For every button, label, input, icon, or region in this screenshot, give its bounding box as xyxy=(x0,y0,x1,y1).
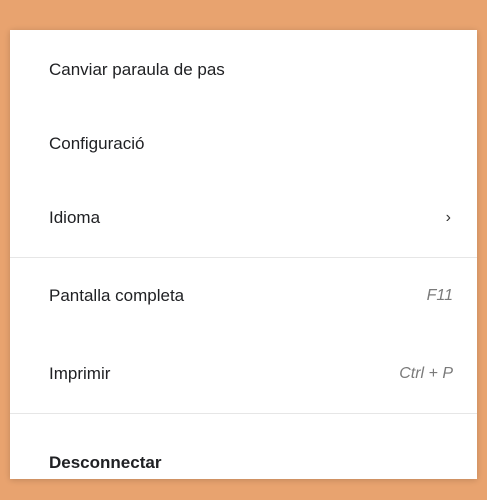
menu-item-fullscreen[interactable]: Pantalla completa F11 xyxy=(10,259,477,333)
shortcut-hint: Ctrl + P xyxy=(399,365,453,382)
menu-item-label: Idioma xyxy=(49,208,101,227)
menu-item-language[interactable]: Idioma › xyxy=(10,181,477,255)
menu-item-label: Canviar paraula de pas xyxy=(49,60,225,79)
menu-item-logout[interactable]: Desconnectar xyxy=(10,426,477,500)
window-accent-band xyxy=(0,0,487,30)
context-menu: Canviar paraula de pas Configuració Idio… xyxy=(10,30,477,479)
menu-item-change-password[interactable]: Canviar paraula de pas xyxy=(10,33,477,107)
menu-divider xyxy=(10,413,477,414)
menu-divider xyxy=(10,257,477,258)
menu-item-settings[interactable]: Configuració xyxy=(10,107,477,181)
menu-item-label: Imprimir xyxy=(49,364,111,383)
window-accent-edge xyxy=(0,0,10,479)
shortcut-hint: F11 xyxy=(426,287,453,304)
menu-item-label: Pantalla completa xyxy=(49,286,185,305)
menu-item-label: Configuració xyxy=(49,134,145,153)
chevron-right-icon: › xyxy=(445,209,451,226)
menu-item-print[interactable]: Imprimir Ctrl + P xyxy=(10,337,477,411)
menu-item-label: Desconnectar xyxy=(49,453,162,472)
